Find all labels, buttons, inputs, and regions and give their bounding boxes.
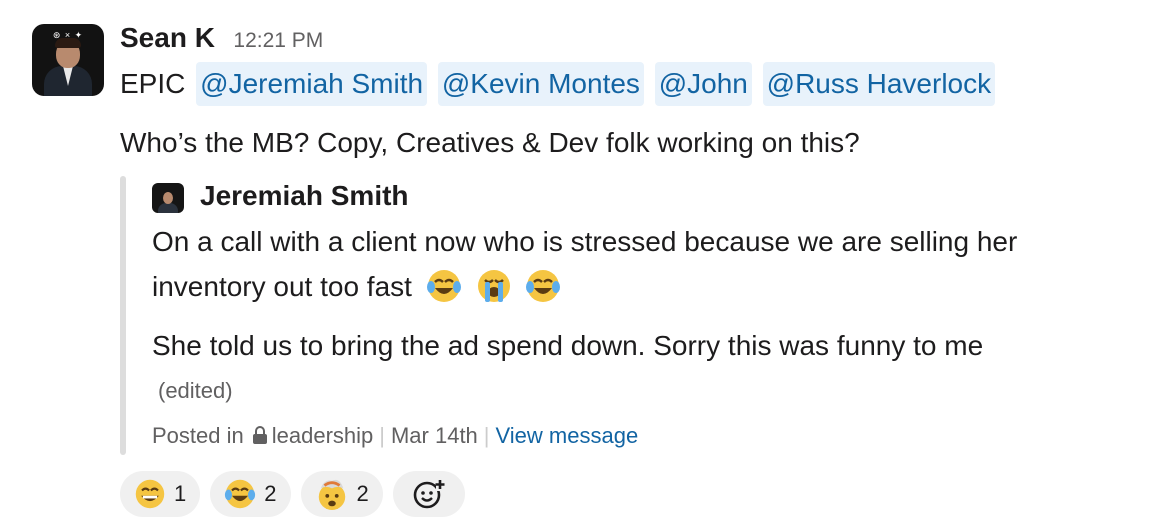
quote-author-avatar[interactable] — [152, 183, 184, 213]
loudly-crying-emoji — [477, 270, 510, 302]
joy-emoji — [225, 479, 256, 509]
reaction-count: 2 — [356, 481, 369, 506]
quote-line-1: On a call with a client now who is stres… — [152, 226, 1018, 257]
quote-author-name[interactable]: Jeremiah Smith — [200, 180, 409, 212]
view-message-link[interactable]: View message — [496, 423, 639, 448]
quote-line-2: inventory out too fast — [152, 268, 561, 304]
meta-divider: | — [483, 423, 490, 448]
add-reaction-button[interactable] — [392, 471, 465, 517]
message-line-mentions: EPIC @Jeremiah Smith @Kevin Montes @John… — [120, 62, 996, 106]
mention-jeremiah[interactable]: @Jeremiah Smith — [196, 62, 428, 106]
sender-avatar[interactable]: ⊛ × ✦ — [32, 24, 104, 96]
reaction-exploding-head[interactable]: 2 — [300, 471, 383, 517]
joy-emoji — [526, 270, 561, 302]
quote-avatar-body — [158, 203, 178, 213]
mention-russ[interactable]: @Russ Haverlock — [762, 62, 996, 106]
reaction-count: 1 — [174, 481, 187, 506]
quote-date[interactable]: Mar 14th — [391, 423, 478, 448]
quote-avatar-head — [163, 192, 173, 204]
message-header: Sean K 12:21 PM — [120, 22, 323, 54]
posted-in-label: Posted in — [152, 423, 244, 448]
avatar-hair — [55, 38, 81, 48]
quote-line-2-text: inventory out too fast — [152, 271, 412, 302]
quote-line-3: She told us to bring the ad spend down. … — [152, 330, 984, 361]
add-reaction-icon — [413, 479, 445, 509]
message-prefix: EPIC — [120, 68, 186, 99]
message-time[interactable]: 12:21 PM — [233, 29, 323, 52]
reaction-grinning[interactable]: 1 — [120, 471, 201, 517]
message-body: Who’s the MB? Copy, Creatives & Dev folk… — [120, 127, 860, 158]
mention-kevin[interactable]: @Kevin Montes — [437, 62, 644, 106]
reaction-count: 2 — [264, 481, 277, 506]
lock-icon — [252, 426, 267, 444]
exploding-head-emoji — [318, 479, 345, 511]
channel-link[interactable]: leadership — [272, 423, 374, 448]
reaction-joy[interactable]: 2 — [210, 471, 291, 517]
edited-label: (edited) — [158, 378, 233, 403]
sender-name[interactable]: Sean K — [120, 22, 215, 53]
grinning-face-emoji — [135, 479, 165, 509]
quote-meta: Posted in leadership | Mar 14th | View messa… — [152, 423, 638, 449]
joy-emoji — [426, 270, 461, 302]
mention-john[interactable]: @John — [654, 62, 752, 106]
reaction-bar: 1 2 2 — [120, 471, 465, 517]
quote-bar — [120, 176, 126, 455]
meta-divider: | — [379, 423, 385, 448]
